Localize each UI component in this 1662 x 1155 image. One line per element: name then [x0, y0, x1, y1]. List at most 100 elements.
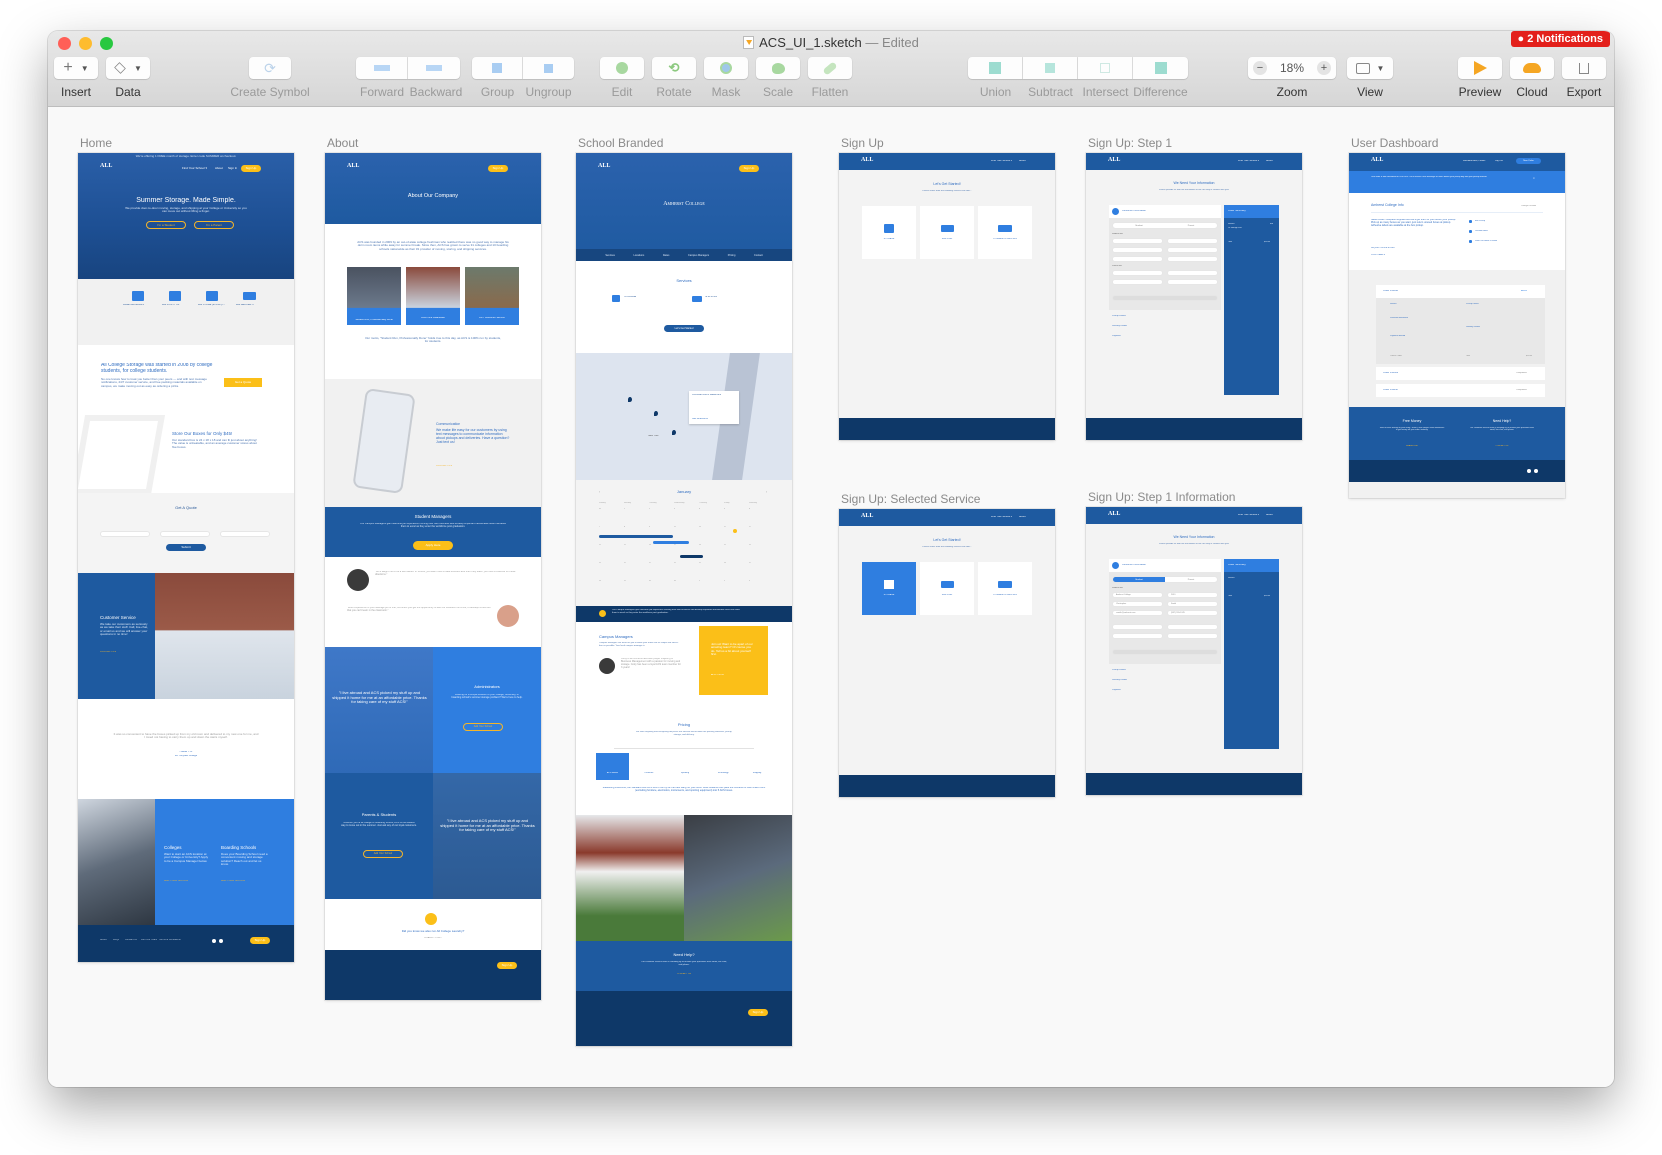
campus-map[interactable]: Cromwell Dorm Basement Get Directions Ne…: [576, 353, 792, 480]
parent-field[interactable]: [1112, 633, 1163, 639]
footer-signup-button[interactable]: Sign Up: [748, 1009, 768, 1016]
cancel-order-link[interactable]: Cancel Order: [1390, 355, 1402, 357]
acs-logo[interactable]: ALL: [1108, 511, 1120, 517]
acs-logo[interactable]: ALL: [1108, 157, 1120, 163]
calendar-day[interactable]: 23: [649, 562, 651, 565]
backward-button[interactable]: [408, 57, 460, 79]
calendar-day[interactable]: 9: [649, 526, 650, 529]
parent-field[interactable]: [1112, 624, 1163, 630]
boarding-link[interactable]: ADD YOUR SCHOOL: [221, 880, 245, 883]
pricing-tab[interactable]: Sporting: [675, 772, 695, 775]
zoom-in-button[interactable]: +: [1317, 61, 1331, 75]
facebook-icon[interactable]: [212, 939, 216, 943]
subnav-item[interactable]: Locations: [634, 254, 645, 257]
calendar-day[interactable]: 10: [674, 526, 676, 529]
artboard-home[interactable]: We're offering 1 FREE month of storage. …: [78, 153, 294, 962]
data-button[interactable]: ▼: [106, 57, 150, 79]
nav-about[interactable]: About: [1266, 514, 1273, 517]
calendar-day[interactable]: 27: [749, 562, 751, 565]
notifications-badge[interactable]: ● 2 Notifications: [1510, 31, 1610, 47]
quote-input[interactable]: [160, 531, 210, 537]
acs-logo[interactable]: ALL: [598, 163, 610, 169]
signup-button[interactable]: Sign Up: [739, 165, 759, 172]
calendar-day[interactable]: 14: [599, 544, 601, 547]
email-field[interactable]: [1112, 256, 1163, 262]
difference-button[interactable]: [1133, 57, 1188, 79]
subnav-item[interactable]: Dates: [663, 254, 670, 257]
ungroup-button[interactable]: [523, 57, 574, 79]
calendar-day[interactable]: 28: [599, 580, 601, 583]
create-symbol-button[interactable]: ⟳: [249, 57, 291, 79]
contact-link[interactable]: CONTACT US: [1469, 445, 1535, 447]
calendar-day[interactable]: 18: [699, 544, 701, 547]
colleges-link[interactable]: ADD YOUR SCHOOL: [164, 880, 188, 883]
get-started-button[interactable]: Let's Get Started: [664, 325, 704, 332]
class-year-field[interactable]: [1167, 238, 1218, 244]
print-labels-link[interactable]: PRINT LABELS: [1371, 254, 1385, 256]
laundry-link[interactable]: CHECK IT OUT: [325, 937, 541, 940]
parent-field[interactable]: [1167, 270, 1218, 276]
sketch-canvas[interactable]: Home We're offering 1 FREE month of stor…: [48, 108, 1614, 1087]
student-parent-toggle[interactable]: Student Parent: [1112, 222, 1218, 229]
calendar-day[interactable]: 6: [749, 508, 750, 511]
calendar-day[interactable]: 19: [724, 544, 726, 547]
subnav-item[interactable]: Campus Managers: [688, 254, 709, 257]
step-delivery[interactable]: Delivery Details: [1112, 325, 1127, 328]
artboard-signup-selected[interactable]: ALL Find Your School ▾ About Let's Get S…: [839, 509, 1055, 797]
email-field[interactable]: csmith@amherst.com: [1112, 610, 1163, 616]
insert-button[interactable]: + ▼: [54, 57, 98, 79]
quote-input[interactable]: [220, 531, 270, 537]
step-payment[interactable]: Payment: [1112, 335, 1121, 338]
service-card-shipping[interactable]: SHIPPING: [920, 206, 974, 259]
directions-link[interactable]: Get Directions: [692, 418, 708, 421]
change-location-link[interactable]: Change Location: [1521, 205, 1536, 207]
footer-link[interactable]: Join Our Team: [141, 939, 157, 942]
map-pin-icon[interactable]: [628, 397, 632, 402]
cs-link[interactable]: CONTACT US: [100, 651, 116, 654]
join-link[interactable]: APPLY NOW: [711, 674, 724, 677]
union-button[interactable]: [968, 57, 1023, 79]
subnav-item[interactable]: Contact: [754, 254, 763, 257]
artboard-about[interactable]: ALL Sign Up About Our Company ACS was fo…: [325, 153, 541, 1000]
share-link[interactable]: SHARE LINK: [1379, 445, 1445, 447]
new-order-button[interactable]: New Order: [1516, 158, 1541, 164]
calendar-day[interactable]: 30: [649, 580, 651, 583]
nav-about[interactable]: About: [1019, 516, 1026, 519]
subnav-item[interactable]: Pricing: [728, 254, 736, 257]
calendar-day[interactable]: 5: [724, 508, 725, 511]
calendar-day[interactable]: 1: [624, 508, 625, 511]
footer-signup-button[interactable]: Sign Up: [497, 962, 517, 969]
school-name-field[interactable]: Amherst College: [1112, 592, 1163, 598]
cloud-button[interactable]: [1510, 57, 1554, 79]
artboard-label-step1-info[interactable]: Sign Up: Step 1 Information: [1088, 490, 1235, 504]
footer-link[interactable]: Terms & Conditions: [159, 939, 181, 942]
pricing-tab[interactable]: Shipping: [747, 772, 767, 775]
school-name-field[interactable]: [1112, 238, 1163, 244]
add-school-button[interactable]: Add Your School: [463, 723, 503, 731]
intersect-button[interactable]: [1078, 57, 1133, 79]
step-pickup[interactable]: Pickup Details: [1112, 669, 1126, 672]
footer-link[interactable]: About: [100, 939, 107, 942]
insert-tool[interactable]: + ▼ Insert: [54, 57, 104, 103]
calendar-day[interactable]: 4: [699, 508, 700, 511]
service-card-storage-shipping[interactable]: STORAGE & SHIPPING: [978, 562, 1032, 615]
summary-edit-link[interactable]: Edit: [1270, 223, 1273, 225]
calendar-day[interactable]: 15: [624, 544, 626, 547]
artboard-label-step1[interactable]: Sign Up: Step 1: [1088, 136, 1172, 150]
logout-link[interactable]: Log Out: [1495, 160, 1503, 163]
artboard-step1[interactable]: ALL Find Your School ▾ About We Need You…: [1086, 153, 1302, 440]
calendar-day[interactable]: 7: [599, 526, 600, 529]
close-alert-icon[interactable]: ×: [1533, 177, 1535, 180]
nav-about[interactable]: About: [215, 167, 223, 170]
calendar-day[interactable]: 31: [599, 508, 601, 511]
signup-button[interactable]: Sign Up: [488, 165, 508, 172]
calendar-day[interactable]: 17: [674, 544, 676, 547]
footer-signup-button[interactable]: Sign Up: [250, 937, 270, 944]
calendar-day[interactable]: 8: [624, 526, 625, 529]
zoom-control[interactable]: − 18% +: [1248, 57, 1336, 79]
comm-link[interactable]: CONTACT US: [436, 465, 452, 468]
acs-logo[interactable]: ALL: [1371, 157, 1383, 163]
zoom-out-button[interactable]: −: [1253, 61, 1267, 75]
nav-about[interactable]: About: [1019, 160, 1026, 163]
nav-find-school[interactable]: Find Your School ▾: [182, 167, 207, 170]
